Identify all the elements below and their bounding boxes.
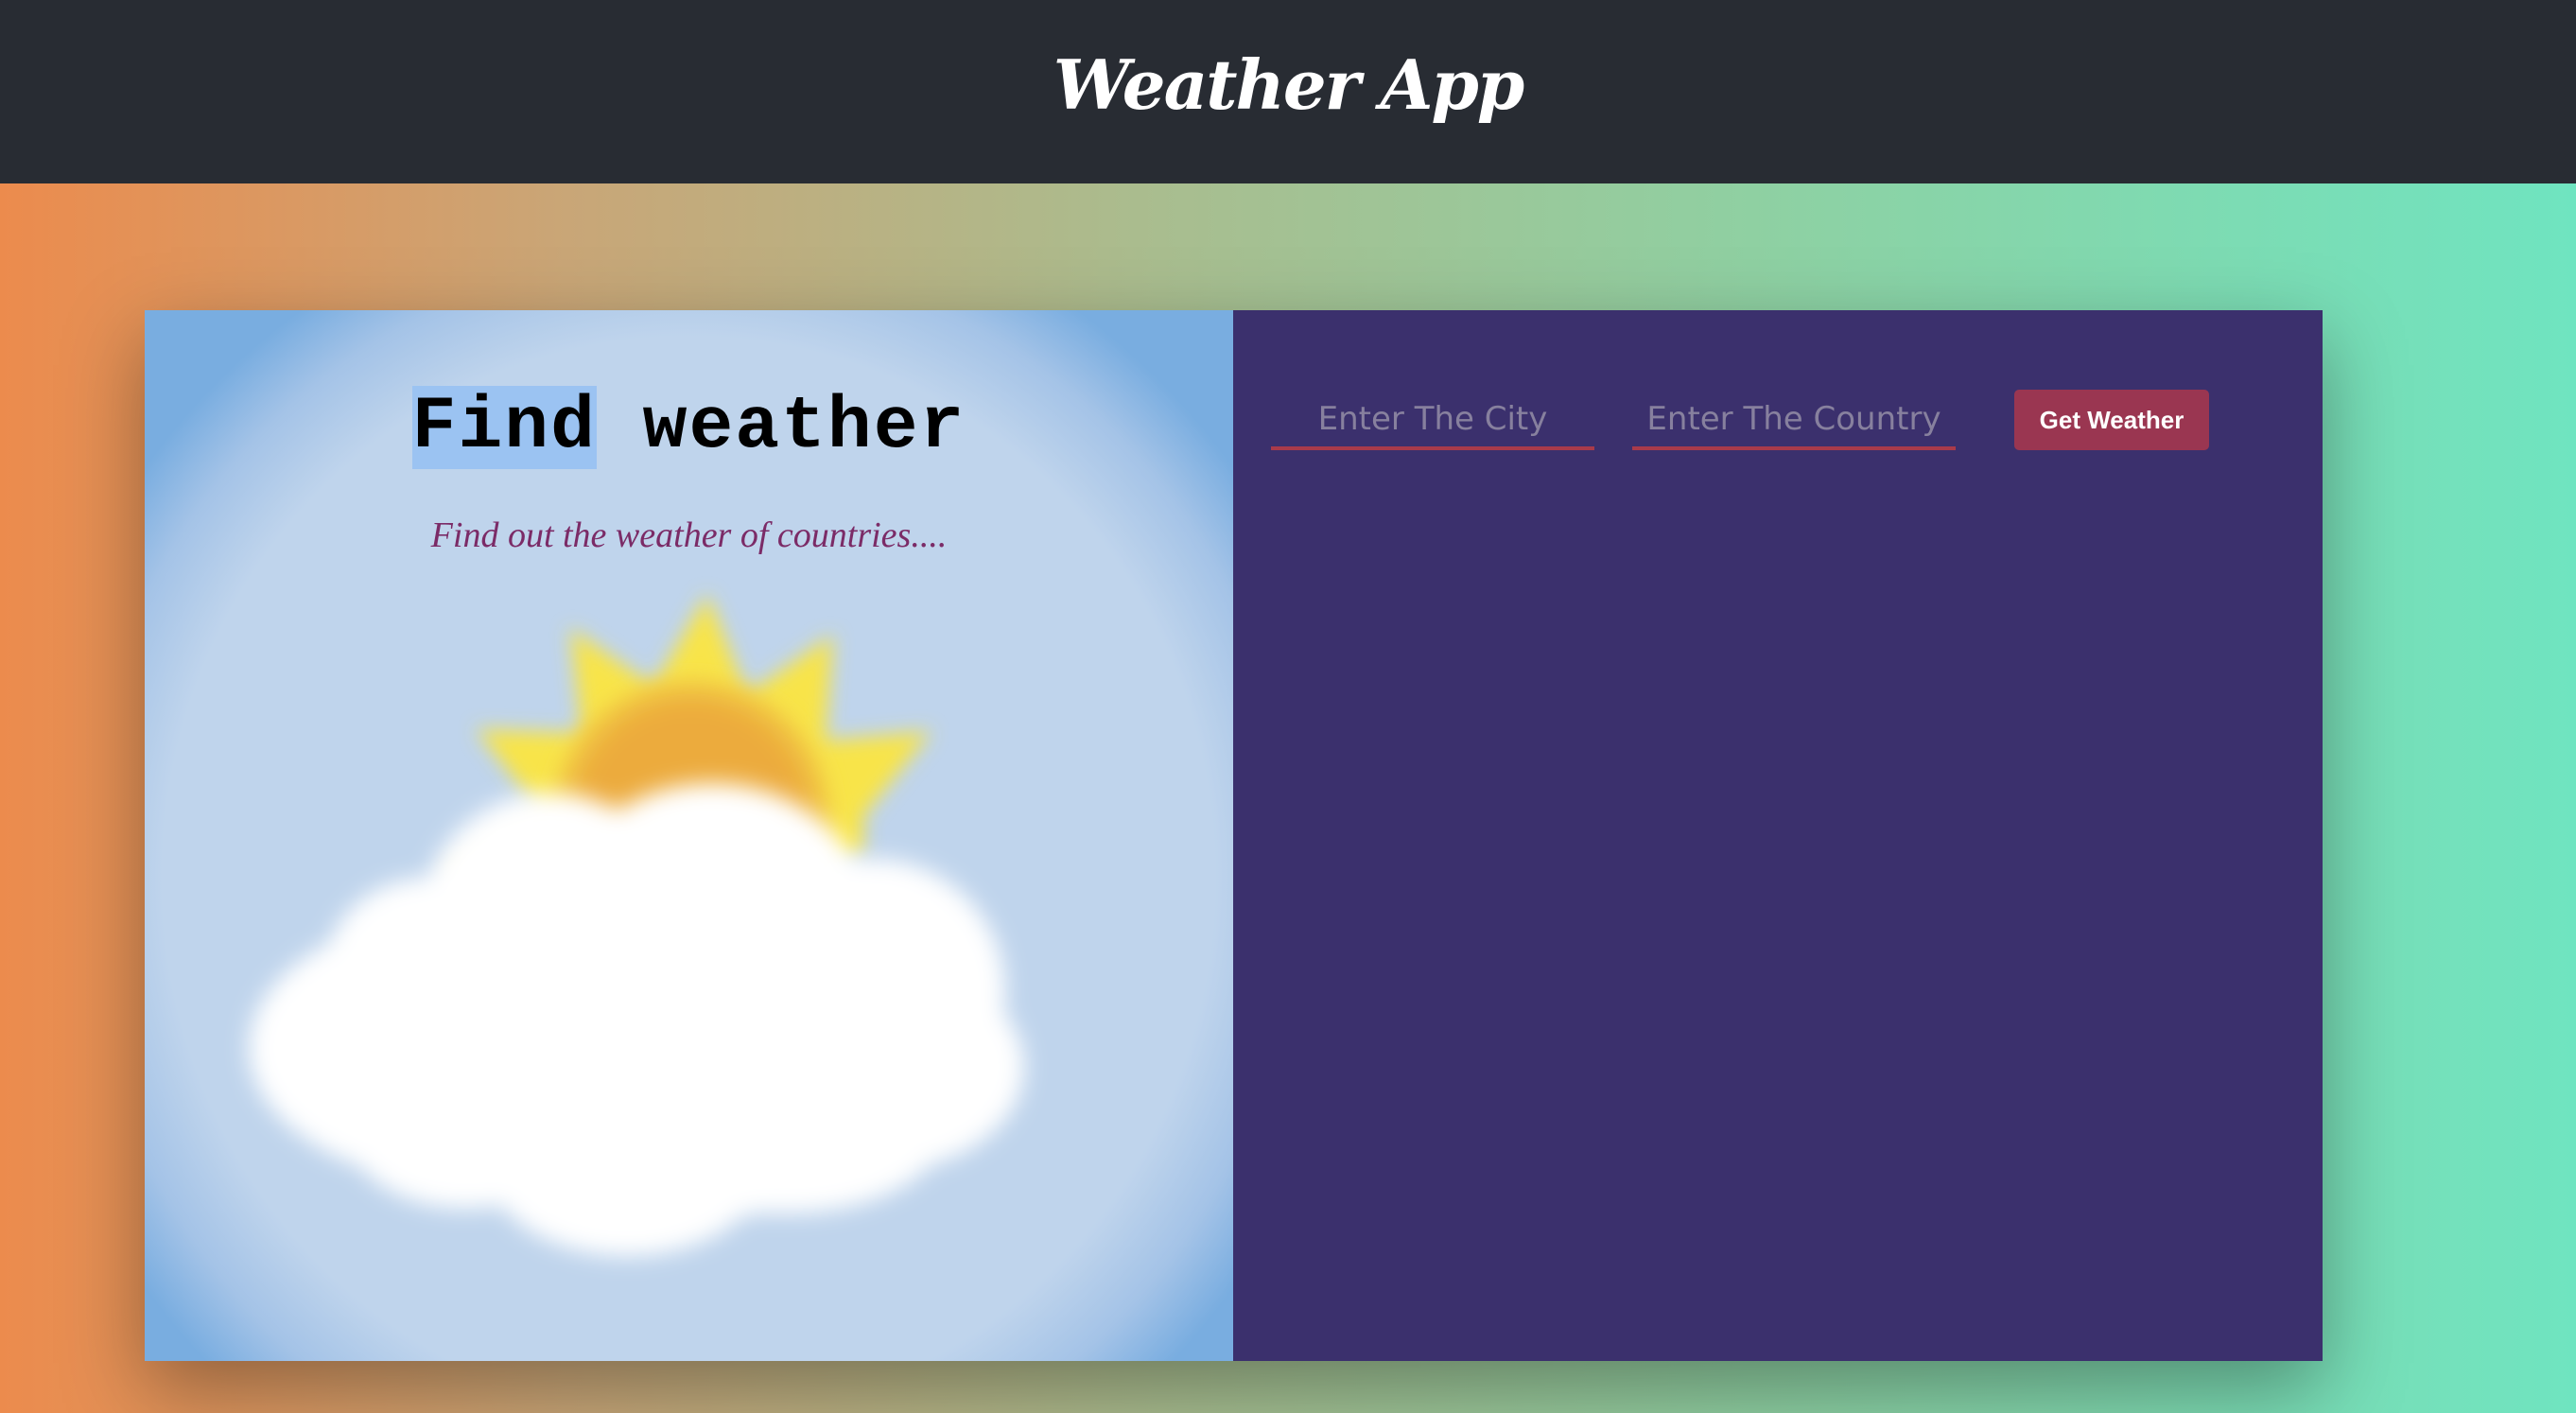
hero-panel: Find weather Find out the weather of cou… — [145, 310, 1233, 1361]
weather-form: Get Weather — [1271, 390, 2209, 450]
sun-behind-cloud-icon — [249, 594, 1024, 1256]
navbar: Weather App — [0, 0, 2576, 183]
form-panel: Get Weather — [1233, 310, 2323, 1361]
get-weather-button[interactable]: Get Weather — [2014, 390, 2209, 450]
panel-title: Find weather — [145, 386, 1233, 469]
title-rest: weather — [596, 386, 966, 469]
title-highlight: Find — [411, 386, 597, 469]
panel-subtitle: Find out the weather of countries.... — [430, 515, 948, 555]
city-input[interactable] — [1271, 392, 1594, 450]
app-title: Weather App — [1053, 44, 1524, 125]
weather-card: Find weather Find out the weather of cou… — [145, 310, 2323, 1361]
country-input[interactable] — [1632, 392, 1956, 450]
